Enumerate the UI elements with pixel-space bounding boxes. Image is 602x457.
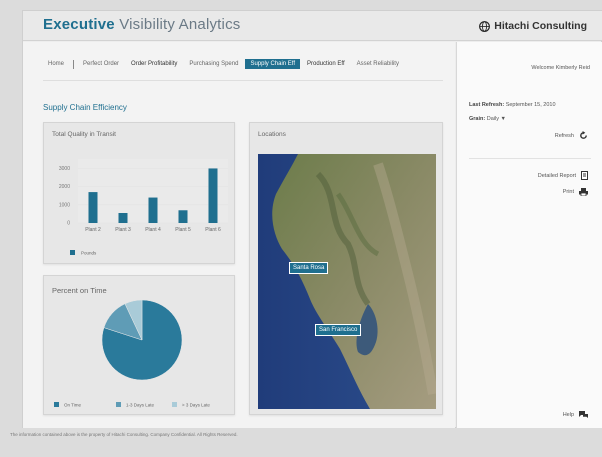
section-title: Supply Chain Efficiency — [43, 103, 127, 112]
main-panel: Home Perfect Order Order Profitability P… — [23, 42, 455, 428]
header: Executive Visibility Analytics Hitachi C… — [23, 11, 602, 41]
detailed-report-button[interactable]: Detailed Report — [538, 171, 588, 180]
help-button[interactable]: Help — [563, 411, 588, 419]
locations-card: Locations Santa Rosa San Francisco — [249, 122, 443, 415]
x-tick-label: Plant 3 — [115, 227, 131, 233]
nav-asset-reliability[interactable]: Asset Reliability — [352, 59, 404, 69]
report-icon — [581, 171, 588, 180]
x-tick-label: Plant 2 — [85, 227, 101, 233]
satellite-map[interactable]: Santa Rosa San Francisco — [258, 154, 436, 409]
map-image — [258, 154, 436, 409]
sidebar-divider — [469, 158, 591, 159]
x-tick-label: Plant 5 — [175, 227, 191, 233]
print-icon — [579, 188, 588, 196]
nav-divider-line — [43, 80, 443, 81]
legend-swatch — [172, 402, 177, 407]
grain-select[interactable]: Grain: Daily ▼ — [469, 116, 506, 122]
nav-production-eff[interactable]: Production Eff — [302, 59, 350, 69]
y-tick-label: 2000 — [59, 184, 70, 190]
map-marker-san-francisco[interactable]: San Francisco — [315, 324, 362, 336]
legend-label: Pounds — [81, 251, 97, 256]
legend-swatch — [70, 250, 75, 255]
nav-divider — [73, 59, 75, 69]
last-refresh: Last Refresh: September 15, 2010 — [469, 102, 556, 108]
quality-bar-chart: 0 1000 2000 3000 Plant 2 Plant 3 Plant 4 Plant … — [59, 159, 228, 256]
nav-perfect-order[interactable]: Perfect Order — [78, 59, 124, 69]
nav-bar: Home Perfect Order Order Profitability P… — [43, 59, 406, 69]
legend-swatch — [54, 402, 59, 407]
welcome-text: Welcome Kimberly Reid — [531, 65, 590, 71]
nav-supply-chain-eff[interactable]: Supply Chain Eff — [245, 59, 301, 69]
page-title: Executive Visibility Analytics — [43, 16, 241, 33]
nav-order-profitability[interactable]: Order Profitability — [126, 59, 182, 69]
bar[interactable] — [208, 168, 218, 223]
percent-chart-card: Percent on Time On Time 1-3 Days Late > 3 … — [43, 275, 235, 415]
bar[interactable] — [178, 210, 188, 223]
legend-label: > 3 Days Late — [182, 403, 210, 408]
brand-logo: Hitachi Consulting — [479, 20, 587, 32]
dropdown-arrow-icon: ▼ — [500, 116, 506, 122]
x-tick-label: Plant 4 — [145, 227, 161, 233]
help-chat-icon — [579, 411, 588, 418]
y-tick-label: 1000 — [59, 202, 70, 208]
globe-icon — [479, 20, 491, 32]
locations-title: Locations — [258, 131, 286, 138]
footer-text: The information contained above is the p… — [10, 432, 238, 437]
sidebar: Welcome Kimberly Reid Last Refresh: Sept… — [456, 42, 602, 428]
nav-purchasing-spend[interactable]: Purchasing Spend — [184, 59, 243, 69]
x-tick-label: Plant 6 — [205, 227, 221, 233]
refresh-button[interactable]: Refresh — [555, 131, 588, 140]
quality-chart-card: Total Quality in Transit 0 1000 2000 3000 Pl… — [43, 122, 235, 264]
legend-label: 1-3 Days Late — [126, 403, 155, 408]
percent-pie-chart: On Time 1-3 Days Late > 3 Days Late — [54, 299, 210, 408]
bar[interactable] — [118, 213, 128, 223]
nav-home[interactable]: Home — [43, 59, 69, 69]
y-tick-label: 3000 — [59, 166, 70, 172]
bar[interactable] — [88, 192, 98, 223]
brand-name: Hitachi Consulting — [494, 20, 587, 32]
legend-swatch — [116, 402, 121, 407]
print-button[interactable]: Print — [563, 188, 588, 196]
refresh-icon — [580, 131, 587, 139]
legend-label: On Time — [64, 403, 82, 408]
y-tick-label: 0 — [67, 221, 70, 227]
bar[interactable] — [148, 197, 158, 223]
app-window: Executive Visibility Analytics Hitachi C… — [22, 10, 602, 428]
map-marker-santa-rosa[interactable]: Santa Rosa — [289, 262, 329, 274]
